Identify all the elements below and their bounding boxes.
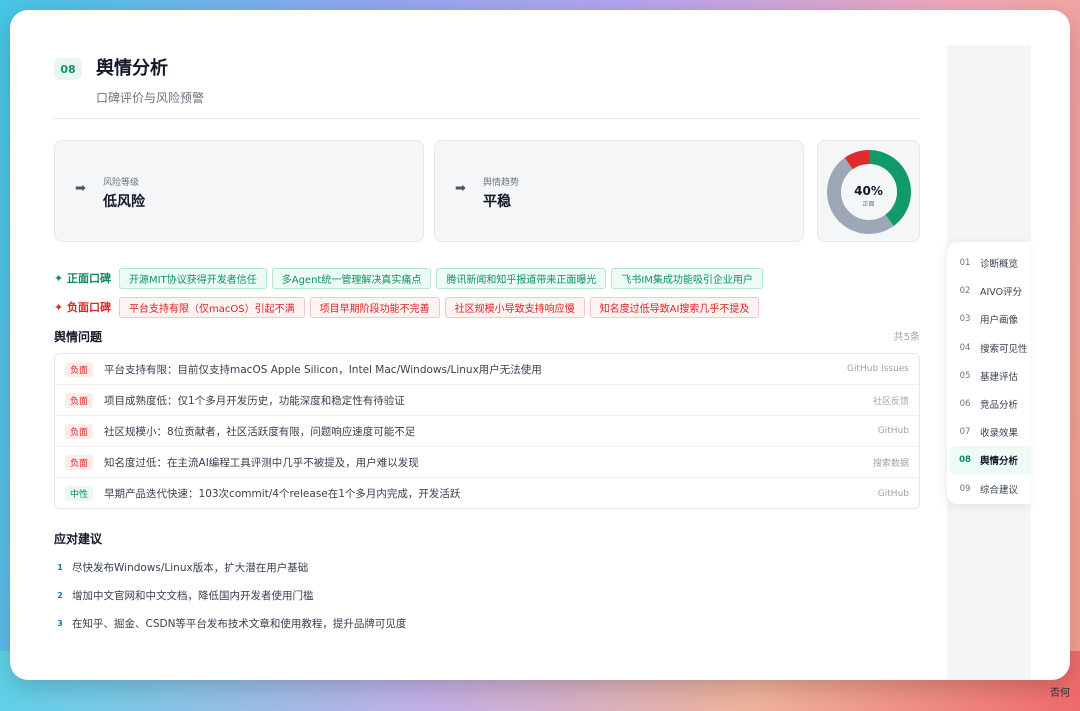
donut-percent: 40% xyxy=(854,184,883,198)
report-card: 08 舆情分析 口碑评价与风险预警 ➡ 风险等级 低风险 ➡ 舆情趋势 平稳 4… xyxy=(10,10,1070,680)
toc-item-user-persona[interactable]: 03 用户画像 xyxy=(950,305,1031,333)
toc-item-number: 06 xyxy=(959,399,971,410)
section-navigation: 01 诊断概览 02 AIVO评分 03 用户画像 04 搜索可见性 05 基建… xyxy=(947,242,1031,504)
issues-count: 共5条 xyxy=(893,332,920,343)
negative-tag: 平台支持有限（仅macOS）引起不满 xyxy=(119,296,305,318)
suggestions-title: 应对建议 xyxy=(54,532,103,546)
page-title: 舆情分析 xyxy=(96,58,168,79)
sentiment-badge: 中性 xyxy=(65,486,94,501)
toc-item-label: 综合建议 xyxy=(980,484,1019,496)
sentiment-badge: 负面 xyxy=(65,454,94,470)
toc-item-label: 诊断概览 xyxy=(980,259,1019,271)
suggestion-item: 1 尽快发布Windows/Linux版本，扩大潜在用户基础 xyxy=(54,558,308,576)
issue-text: 社区规模小：8位贡献者，社区活跃度有限，问题响应速度可能不足 xyxy=(104,425,416,438)
sentiment-trend-card: ➡ 舆情趋势 平稳 xyxy=(434,140,804,242)
positive-tag: 飞书IM集成功能吸引企业用户 xyxy=(611,267,763,289)
section-number-badge: 08 xyxy=(54,58,82,80)
suggestion-item: 3 在知乎、掘金、CSDN等平台发布技术文章和使用教程，提升品牌可见度 xyxy=(54,614,406,632)
toc-item-number: 02 xyxy=(959,286,971,297)
negative-tag: 项目早期阶段功能不完善 xyxy=(309,296,440,318)
suggestion-text: 在知乎、掘金、CSDN等平台发布技术文章和使用教程，提升品牌可见度 xyxy=(72,617,407,630)
suggestion-text: 增加中文官网和中文文档，降低国内开发者使用门槛 xyxy=(72,589,314,602)
negative-tags-row: ✦ 负面口碑 平台支持有限（仅macOS）引起不满 项目早期阶段功能不完善 社区… xyxy=(54,296,760,318)
toc-item-aivo-score[interactable]: 02 AIVO评分 xyxy=(950,277,1031,305)
toc-item-number: 04 xyxy=(959,342,971,353)
arrow-right-icon: ➡ xyxy=(75,181,86,196)
issues-list: 负面 平台支持有限：目前仅支持macOS Apple Silicon，Intel… xyxy=(54,353,920,509)
issues-title: 舆情问题 xyxy=(54,330,103,344)
suggestion-text: 尽快发布Windows/Linux版本，扩大潜在用户基础 xyxy=(72,561,309,574)
toc-item-competitor-analysis[interactable]: 06 竞品分析 xyxy=(950,390,1031,418)
toc-item-number: 03 xyxy=(959,314,971,325)
issue-row: 负面 社区规模小：8位贡献者，社区活跃度有限，问题响应速度可能不足 GitHub xyxy=(55,416,919,447)
toc-item-number: 05 xyxy=(959,370,971,381)
sentiment-donut-card: 40% 正面 xyxy=(817,140,920,242)
positive-tag: 腾讯新闻和知乎报道带来正面曝光 xyxy=(436,267,607,289)
suggestion-number: 1 xyxy=(57,562,63,572)
toc-item-label: 收录效果 xyxy=(980,428,1019,440)
issue-text: 知名度过低：在主流AI编程工具评测中几乎不被提及，用户难以发现 xyxy=(104,456,419,469)
suggestion-item: 2 增加中文官网和中文文档，降低国内开发者使用门槛 xyxy=(54,586,314,604)
arrow-right-icon: ➡ xyxy=(455,181,466,196)
watermark-text: 否何 xyxy=(1050,688,1070,699)
toc-item-indexing-results[interactable]: 07 收录效果 xyxy=(950,418,1031,446)
toc-item-label: 搜索可见性 xyxy=(980,343,1028,355)
toc-item-recommendations[interactable]: 09 综合建议 xyxy=(950,475,1031,503)
toc-item-sentiment-analysis[interactable]: 08 舆情分析 xyxy=(950,446,1031,475)
donut-sub-label: 正面 xyxy=(862,201,875,208)
positive-tag: 多Agent统一管理解决真实痛点 xyxy=(271,267,432,289)
toc-item-label: 基建评估 xyxy=(980,371,1019,383)
toc-item-diagnosis-overview[interactable]: 01 诊断概览 xyxy=(950,249,1031,277)
issue-row: 负面 平台支持有限：目前仅支持macOS Apple Silicon，Intel… xyxy=(55,354,919,385)
toc-item-number: 08 xyxy=(959,455,971,466)
issue-source: 社区反馈 xyxy=(872,396,909,407)
toc-item-number: 01 xyxy=(959,258,971,269)
issue-row: 中性 早期产品迭代快速：103次commit/4个release在1个多月内完成… xyxy=(55,478,919,508)
sentiment-badge: 负面 xyxy=(65,392,94,408)
section-header: 08 舆情分析 口碑评价与风险预警 xyxy=(54,54,920,119)
sentiment-trend-value: 平稳 xyxy=(483,194,511,210)
sentiment-trend-label: 舆情趋势 xyxy=(483,178,520,188)
risk-level-label: 风险等级 xyxy=(103,178,140,188)
negative-label: ✦ 负面口碑 xyxy=(54,301,112,314)
sentiment-badge: 负面 xyxy=(65,361,94,377)
toc-item-number: 09 xyxy=(959,483,971,494)
positive-tags-row: ✦ 正面口碑 开源MIT协议获得开发者信任 多Agent统一管理解决真实痛点 腾… xyxy=(54,267,763,289)
risk-level-value: 低风险 xyxy=(103,194,145,210)
sentiment-badge: 负面 xyxy=(65,423,94,439)
issue-source: GitHub xyxy=(877,426,909,436)
suggestion-number: 2 xyxy=(57,590,63,600)
suggestion-number: 3 xyxy=(57,618,63,628)
issue-source: GitHub Issues xyxy=(846,364,909,374)
issue-row: 负面 知名度过低：在主流AI编程工具评测中几乎不被提及，用户难以发现 搜索数据 xyxy=(55,447,919,478)
toc-item-label: 用户画像 xyxy=(980,315,1019,327)
positive-label: ✦ 正面口碑 xyxy=(54,272,112,285)
issue-source: GitHub xyxy=(877,488,909,499)
issue-text: 平台支持有限：目前仅支持macOS Apple Silicon，Intel Ma… xyxy=(104,363,542,376)
issue-text: 项目成熟度低：仅1个多月开发历史，功能深度和稳定性有待验证 xyxy=(104,394,405,407)
page-subtitle: 口碑评价与风险预警 xyxy=(96,91,205,105)
toc-item-label: AIVO评分 xyxy=(980,287,1023,299)
toc-item-infrastructure[interactable]: 05 基建评估 xyxy=(950,362,1031,390)
positive-tag: 开源MIT协议获得开发者信任 xyxy=(119,267,267,289)
negative-tag: 知名度过低导致AI搜索几乎不提及 xyxy=(589,296,760,318)
toc-item-label: 竞品分析 xyxy=(980,400,1019,412)
issue-row: 负面 项目成熟度低：仅1个多月开发历史，功能深度和稳定性有待验证 社区反馈 xyxy=(55,385,919,416)
issue-source: 搜索数据 xyxy=(872,458,909,469)
toc-item-number: 07 xyxy=(959,427,971,438)
negative-tag: 社区规模小导致支持响应慢 xyxy=(444,296,585,318)
risk-level-card: ➡ 风险等级 低风险 xyxy=(54,140,424,242)
toc-item-label: 舆情分析 xyxy=(980,456,1019,468)
issue-text: 早期产品迭代快速：103次commit/4个release在1个多月内完成，开发… xyxy=(104,488,461,500)
toc-item-search-visibility[interactable]: 04 搜索可见性 xyxy=(950,334,1031,362)
